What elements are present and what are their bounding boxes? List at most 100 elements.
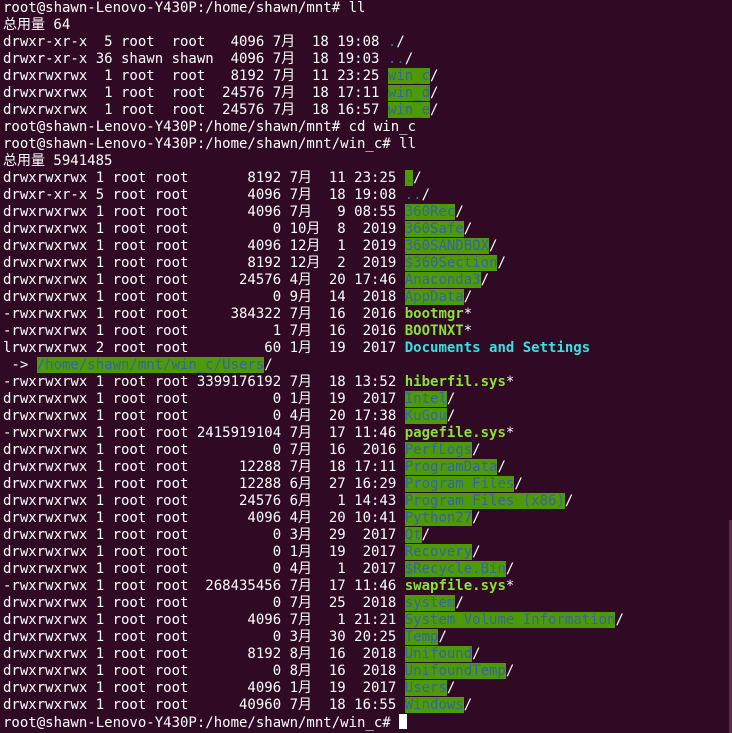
list-item: drwxrwxrwx 1 root root 24576 4月 20 17:46…	[3, 272, 732, 289]
entry-name: $Recycle.Bin	[404, 561, 506, 577]
entry-suffix: /	[264, 357, 273, 373]
entry-name: win_d	[387, 85, 431, 101]
entry-meta: -rwxrwxrwx 1 root root 1 7月 16 2016	[3, 323, 405, 339]
prompt-line: root@shawn-Lenovo-Y430P:/home/shawn/mnt#…	[3, 119, 417, 135]
entry-name: swapfile.sys	[404, 578, 506, 594]
list-item: drwxrwxrwx 1 root root 24576 6月 1 14:43 …	[3, 493, 732, 510]
entry-meta: -rwxrwxrwx 1 root root 3399176192 7月 18 …	[3, 374, 405, 390]
entry-name: UnifoundTemp	[404, 663, 506, 679]
list-item: drwxrwxrwx 1 root root 0 1月 19 2017 Reco…	[3, 544, 732, 561]
entry-name: Unifound	[404, 646, 473, 662]
entry-name: Anaconda3	[404, 272, 481, 288]
entry-meta: lrwxrwxrwx 2 root root 60 1月 19 2017	[3, 340, 405, 356]
entry-meta: drwxrwxrwx 1 root root 8192 12月 2 2019	[3, 255, 405, 271]
entry-suffix: /	[421, 187, 431, 203]
list-item: drwxrwxrwx 1 root root 0 7月 16 2016 Perf…	[3, 442, 732, 459]
entry-name: Users	[404, 680, 447, 696]
entry-name: Temp	[404, 629, 439, 645]
entry-meta: drwxrwxrwx 1 root root 24576 7月 18 17:11	[3, 85, 388, 101]
terminal-window[interactable]: root@shawn-Lenovo-Y430P:/home/shawn/mnt#…	[0, 0, 732, 733]
entry-meta: drwxrwxrwx 1 root root 4096 1月 19 2017	[3, 680, 405, 696]
list-item: -rwxrwxrwx 1 root root 384322 7月 16 2016…	[3, 306, 732, 323]
list-item: drwxrwxrwx 1 root root 8192 8月 16 2018 U…	[3, 646, 732, 663]
entry-suffix: /	[497, 255, 506, 271]
winc-listing: drwxrwxrwx 1 root root 8192 7月 11 23:25 …	[3, 170, 732, 340]
entry-suffix: /	[472, 510, 481, 526]
entry-suffix: *	[505, 425, 515, 441]
entry-meta: drwxrwxrwx 1 root root 8192 8月 16 2018	[3, 646, 405, 662]
entry-meta: drwxrwxrwx 1 root root 4096 4月 20 10:41	[3, 510, 405, 526]
list-item: drwxrwxrwx 1 root root 0 8月 16 2018 Unif…	[3, 663, 732, 680]
entry-meta: drwxrwxrwx 1 root root 24576 7月 18 16:57	[3, 102, 388, 118]
entry-suffix: /	[446, 408, 456, 424]
entry-suffix: /	[455, 595, 464, 611]
list-item: drwxr-xr-x 5 root root 4096 7月 18 19:08 …	[3, 34, 732, 51]
entry-suffix: *	[463, 306, 473, 322]
entry-name: system	[404, 595, 456, 611]
list-item: drwxrwxrwx 1 root root 12288 7月 18 17:11…	[3, 459, 732, 476]
entry-suffix: /	[472, 544, 481, 560]
entry-name: Qt	[404, 527, 422, 543]
entry-meta: drwxrwxrwx 1 root root 8192 7月 11 23:25	[3, 68, 388, 84]
list-item: drwxr-xr-x 36 shawn shawn 4096 7月 18 19:…	[3, 51, 732, 68]
list-item: drwxrwxrwx 1 root root 0 9月 14 2018 AppD…	[3, 289, 732, 306]
entry-meta: drwxrwxrwx 1 root root 0 8月 16 2018	[3, 663, 405, 679]
entry-suffix: /	[489, 238, 498, 254]
entry-meta: drwxrwxrwx 1 root root 0 3月 29 2017	[3, 527, 405, 543]
entry-suffix: /	[421, 527, 431, 543]
entry-name: bootmgr	[404, 306, 464, 322]
entry-suffix: /	[396, 34, 405, 50]
entry-name: Program Files (x86)	[404, 493, 565, 509]
entry-meta: drwxrwxrwx 1 root root 24576 4月 20 17:46	[3, 272, 405, 288]
list-item: drwxrwxrwx 1 root root 4096 1月 19 2017 U…	[3, 680, 732, 697]
list-item: drwxrwxrwx 1 root root 8192 7月 11 23:25 …	[3, 68, 732, 85]
input-prompt-line[interactable]: root@shawn-Lenovo-Y430P:/home/shawn/mnt/…	[3, 714, 732, 731]
entry-meta: -rwxrwxrwx 1 root root 384322 7月 16 2016	[3, 306, 405, 322]
list-item: -rwxrwxrwx 1 root root 268435456 7月 17 1…	[3, 578, 732, 595]
link-arrow: ->	[3, 357, 37, 373]
entry-meta: drwxrwxrwx 1 root root 12288 6月 27 16:29	[3, 476, 405, 492]
entry-meta: drwxr-xr-x 5 root root 4096 7月 18 19:08	[3, 34, 388, 50]
entry-suffix: /	[413, 170, 422, 186]
entry-meta: drwxrwxrwx 1 root root 40960 7月 18 16:55	[3, 697, 405, 713]
entry-name: .	[404, 170, 414, 186]
entry-suffix: /	[463, 289, 473, 305]
entry-suffix: *	[463, 323, 473, 339]
prompt-line: root@shawn-Lenovo-Y430P:/home/shawn/mnt#…	[3, 0, 366, 16]
entry-name: PerfLogs	[404, 442, 473, 458]
list-item: drwxrwxrwx 1 root root 8192 7月 11 23:25 …	[3, 170, 732, 187]
list-item: drwxrwxrwx 1 root root 0 7月 25 2018 syst…	[3, 595, 732, 612]
entry-suffix: /	[430, 102, 439, 118]
entry-suffix: /	[480, 272, 490, 288]
list-item: drwxrwxrwx 1 root root 8192 12月 2 2019 $…	[3, 255, 732, 272]
list-item: drwxrwxrwx 1 root root 4096 7月 1 21:21 S…	[3, 612, 732, 629]
entry-suffix: *	[505, 578, 515, 594]
entry-suffix: /	[446, 680, 456, 696]
entry-name: Recovery	[404, 544, 473, 560]
entry-suffix: /	[430, 85, 439, 101]
entry-suffix: /	[472, 646, 481, 662]
entry-suffix: /	[564, 493, 574, 509]
entry-suffix: *	[505, 374, 515, 390]
entry-name: ..	[387, 51, 405, 67]
entry-name: 360Safe	[404, 221, 464, 237]
entry-suffix: /	[505, 663, 515, 679]
entry-meta: drwxrwxrwx 1 root root 0 4月 20 17:38	[3, 408, 405, 424]
total-line: 总用量 64	[3, 17, 71, 33]
entry-name: System Volume Information	[404, 612, 616, 628]
entry-name: pagefile.sys	[404, 425, 506, 441]
list-item: drwxrwxrwx 1 root root 24576 7月 18 17:11…	[3, 85, 732, 102]
entry-name: Intel	[404, 391, 447, 407]
entry-meta: drwxrwxrwx 1 root root 0 10月 8 2019	[3, 221, 405, 237]
entry-suffix: /	[463, 221, 473, 237]
entry-meta: drwxrwxrwx 1 root root 24576 6月 1 14:43	[3, 493, 405, 509]
entry-name: $360Section	[404, 255, 498, 271]
entry-meta: drwxrwxrwx 1 root root 0 1月 19 2017	[3, 391, 405, 407]
entry-meta: drwxrwxrwx 1 root root 0 7月 25 2018	[3, 595, 405, 611]
list-item: -rwxrwxrwx 1 root root 2415919104 7月 17 …	[3, 425, 732, 442]
entry-meta: drwxrwxrwx 1 root root 4096 7月 1 21:21	[3, 612, 405, 628]
entry-name: Python27	[404, 510, 473, 526]
list-item: drwxrwxrwx 1 root root 12288 6月 27 16:29…	[3, 476, 732, 493]
prompt-line: root@shawn-Lenovo-Y430P:/home/shawn/mnt/…	[3, 136, 417, 152]
entry-name: Program Files	[404, 476, 515, 492]
